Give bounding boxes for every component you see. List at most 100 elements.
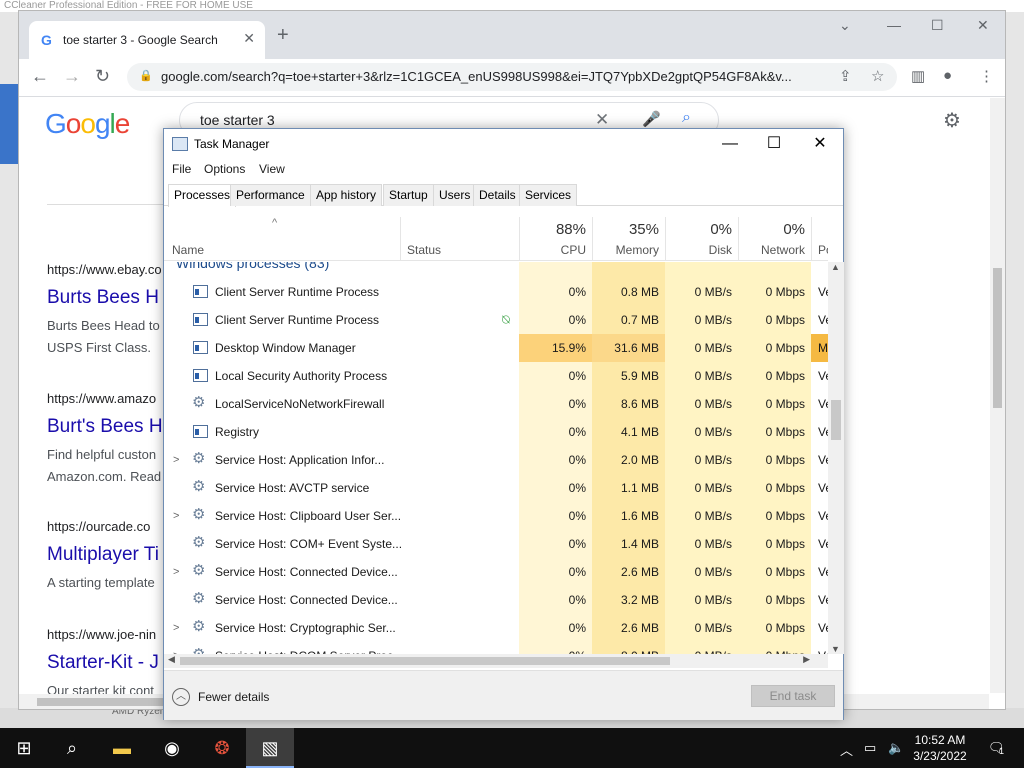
- clear-search-icon[interactable]: ✕: [595, 110, 609, 130]
- process-name: Client Server Runtime Process: [215, 313, 380, 327]
- fewer-details-link[interactable]: Fewer details: [198, 690, 269, 704]
- process-list-vertical-scrollbar[interactable]: ▲ ▼: [828, 262, 844, 654]
- column-name[interactable]: ^ Name: [164, 217, 400, 261]
- process-row[interactable]: ⚙ Service Host: COM+ Event Syste... 0% 1.4 …: [164, 530, 828, 558]
- chevron-up-circle-icon[interactable]: ︿: [172, 688, 190, 706]
- process-cpu: 0%: [568, 509, 586, 523]
- back-arrow-icon[interactable]: ←: [31, 67, 49, 85]
- minimize-icon[interactable]: —: [710, 133, 750, 157]
- forward-arrow-icon[interactable]: →: [63, 67, 81, 85]
- column-header-row: ^ Name Status 88% CPU 35% Memory 0% Disk…: [164, 217, 828, 261]
- maximize-icon[interactable]: ☐: [754, 133, 794, 157]
- group-header-windows-processes[interactable]: Windows processes (83): [176, 262, 329, 271]
- column-power[interactable]: Pow: [811, 217, 828, 261]
- windows-start-icon[interactable]: ⊞: [0, 728, 48, 768]
- scroll-right-icon[interactable]: ▶: [803, 654, 810, 665]
- process-cpu: 0%: [568, 369, 586, 383]
- process-row[interactable]: Client Server Runtime Process 0% 0.8 MB 0 M…: [164, 278, 828, 306]
- reload-icon[interactable]: ↻: [95, 67, 110, 85]
- tab-search-chevron-icon[interactable]: ⌄: [839, 17, 851, 34]
- process-row[interactable]: Registry 0% 4.1 MB 0 MB/s 0 Mbps Ve: [164, 418, 828, 446]
- tab-processes[interactable]: Processes: [168, 184, 237, 207]
- tab-services[interactable]: Services: [519, 184, 578, 206]
- lock-icon[interactable]: 🔒: [139, 69, 153, 82]
- process-row[interactable]: > ⚙ Service Host: Connected Device... 0% 2.6…: [164, 558, 828, 586]
- scroll-up-icon[interactable]: ▲: [831, 262, 840, 272]
- menu-view[interactable]: View: [259, 162, 285, 176]
- close-icon[interactable]: ✕: [800, 133, 840, 157]
- menu-options[interactable]: Options: [204, 162, 245, 176]
- settings-gear-icon[interactable]: ⚙: [943, 108, 961, 133]
- browser-tab[interactable]: G toe starter 3 - Google Search ✕: [29, 21, 265, 59]
- close-tab-icon[interactable]: ✕: [243, 30, 255, 47]
- process-row[interactable]: ⚙ Service Host: AVCTP service 0% 1.1 MB 0 MB…: [164, 474, 828, 502]
- process-cpu: 0%: [568, 453, 586, 467]
- process-memory: 2.0 MB: [620, 453, 659, 467]
- share-icon[interactable]: ⇪: [839, 67, 852, 85]
- bookmark-star-icon[interactable]: ☆: [871, 67, 884, 85]
- column-disk[interactable]: 0% Disk: [665, 217, 738, 261]
- column-memory[interactable]: 35% Memory: [592, 217, 665, 261]
- expand-chevron-icon[interactable]: >: [173, 642, 179, 654]
- process-cpu: 0%: [568, 397, 586, 411]
- microphone-icon[interactable]: 🎤: [642, 110, 661, 128]
- tray-chevron-up-icon[interactable]: ︿: [840, 740, 853, 759]
- chrome-icon[interactable]: ◉: [148, 728, 196, 768]
- file-explorer-icon[interactable]: ▬: [98, 728, 146, 768]
- address-bar[interactable]: 🔒 google.com/search?q=toe+starter+3&rlz=…: [127, 63, 897, 91]
- minimize-icon[interactable]: —: [887, 17, 901, 33]
- expand-chevron-icon[interactable]: >: [173, 558, 179, 586]
- tab-users[interactable]: Users: [433, 184, 477, 206]
- new-tab-button[interactable]: +: [277, 25, 289, 45]
- column-cpu[interactable]: 88% CPU: [519, 217, 592, 261]
- column-network[interactable]: 0% Network: [738, 217, 811, 261]
- search-icon[interactable]: ⌕: [48, 728, 96, 768]
- side-panel-icon[interactable]: ▥: [911, 67, 925, 85]
- process-row[interactable]: Desktop Window Manager 15.9% 31.6 MB 0 MB/s…: [164, 334, 828, 362]
- more-menu-icon[interactable]: ⋮: [979, 67, 994, 85]
- process-list-horizontal-scrollbar[interactable]: ◀ ▶: [164, 654, 828, 668]
- expand-chevron-icon[interactable]: >: [173, 614, 179, 642]
- task-manager-titlebar[interactable]: Task Manager — ☐ ✕: [164, 129, 843, 159]
- process-row[interactable]: ⚙ LocalServiceNoNetworkFirewall 0% 8.6 MB 0 …: [164, 390, 828, 418]
- scrollbar-thumb[interactable]: [993, 268, 1002, 408]
- process-row[interactable]: ⚙ Service Host: Connected Device... 0% 3.2 …: [164, 586, 828, 614]
- volume-icon[interactable]: 🔈: [888, 740, 904, 756]
- process-row[interactable]: > ⚙ Service Host: DCOM Server Proc... 0%8.0…: [164, 642, 828, 655]
- gear-icon: ⚙: [192, 618, 206, 635]
- gear-icon: ⚙: [192, 478, 206, 495]
- scrollbar-thumb[interactable]: [180, 657, 670, 665]
- process-cpu: 0%: [568, 565, 586, 579]
- expand-chevron-icon[interactable]: >: [173, 502, 179, 530]
- profile-avatar-icon[interactable]: ●: [943, 67, 952, 84]
- process-row[interactable]: Local Security Authority Process 0% 5.9 MB…: [164, 362, 828, 390]
- tab-details[interactable]: Details: [473, 184, 522, 206]
- ccleaner-icon[interactable]: ❂: [198, 728, 246, 768]
- process-row[interactable]: Client Server Runtime Process ⍉ 0% 0.7 MB 0 …: [164, 306, 828, 334]
- clock[interactable]: 10:52 AM 3/23/2022: [912, 732, 968, 764]
- tab-performance[interactable]: Performance: [230, 184, 311, 206]
- scrollbar-thumb[interactable]: [831, 400, 841, 440]
- menu-file[interactable]: File: [172, 162, 191, 176]
- expand-chevron-icon[interactable]: >: [173, 446, 179, 474]
- process-cpu: 0%: [568, 313, 586, 327]
- column-status[interactable]: Status: [400, 217, 519, 261]
- process-power: Ve: [818, 397, 828, 411]
- process-row[interactable]: > ⚙ Service Host: Cryptographic Ser... 0% 2.…: [164, 614, 828, 642]
- process-row[interactable]: > ⚙ Service Host: Clipboard User Ser... 0% 1…: [164, 502, 828, 530]
- process-cpu: 15.9%: [519, 334, 592, 362]
- network-icon[interactable]: ▭: [864, 740, 876, 756]
- search-icon[interactable]: ⌕: [682, 109, 691, 127]
- tab-startup[interactable]: Startup: [383, 184, 434, 206]
- scroll-down-icon[interactable]: ▼: [831, 644, 840, 654]
- tab-app-history[interactable]: App history: [310, 184, 383, 206]
- end-task-button[interactable]: End task: [751, 685, 835, 707]
- process-row[interactable]: > ⚙ Service Host: Application Infor... 0% 2.…: [164, 446, 828, 474]
- google-logo[interactable]: Google: [45, 108, 130, 140]
- close-window-icon[interactable]: ✕: [977, 17, 989, 34]
- process-disk: 0 MB/s: [694, 313, 732, 327]
- maximize-icon[interactable]: ☐: [931, 17, 944, 34]
- page-vertical-scrollbar[interactable]: [990, 98, 1005, 693]
- scroll-left-icon[interactable]: ◀: [168, 654, 175, 665]
- task-manager-taskbar-icon[interactable]: ▧: [246, 728, 294, 768]
